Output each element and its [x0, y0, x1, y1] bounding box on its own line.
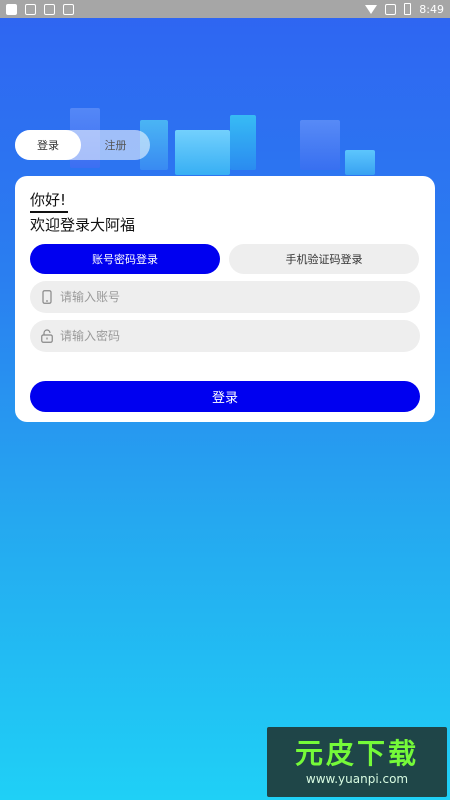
status-notifications	[6, 3, 74, 15]
status-bar: 8:49	[0, 0, 450, 18]
app-icon	[6, 3, 17, 15]
keyboard-icon	[25, 3, 36, 15]
password-login-mode-button[interactable]: 账号密码登录	[30, 244, 220, 274]
battery-icon	[404, 3, 412, 15]
status-time: 8:49	[419, 2, 444, 16]
no-sim-icon	[385, 3, 397, 15]
welcome-text: 欢迎登录大阿福	[30, 216, 136, 234]
building-illustration	[300, 120, 340, 170]
wifi-icon	[365, 4, 378, 14]
sms-login-mode-button[interactable]: 手机验证码登录	[229, 244, 419, 274]
greeting-text: 你好!	[30, 191, 67, 209]
greeting-underline	[30, 211, 68, 213]
auth-tab-switch: 登录 注册	[15, 130, 150, 160]
account-field	[30, 281, 420, 313]
account-input[interactable]	[60, 290, 380, 304]
building-illustration	[345, 150, 375, 175]
tab-register[interactable]: 注册	[81, 130, 150, 160]
watermark-url: www.yuanpi.com	[305, 772, 409, 786]
watermark-logo: 元皮下载 www.yuanpi.com	[267, 727, 447, 797]
phone-icon	[40, 289, 54, 305]
building-illustration	[230, 115, 256, 170]
status-system: 8:49	[365, 3, 444, 16]
tab-login[interactable]: 登录	[15, 130, 81, 160]
password-input[interactable]	[60, 329, 380, 343]
lock-icon	[40, 328, 54, 344]
login-card: 你好! 欢迎登录大阿福 账号密码登录 手机验证码登录 登录	[15, 176, 435, 422]
building-illustration	[175, 130, 230, 175]
password-field	[30, 320, 420, 352]
login-button[interactable]: 登录	[30, 381, 420, 412]
font-icon	[63, 3, 74, 15]
watermark-title: 元皮下载	[294, 737, 419, 770]
image-icon	[44, 3, 55, 15]
login-mode-switch: 账号密码登录 手机验证码登录	[30, 244, 420, 274]
